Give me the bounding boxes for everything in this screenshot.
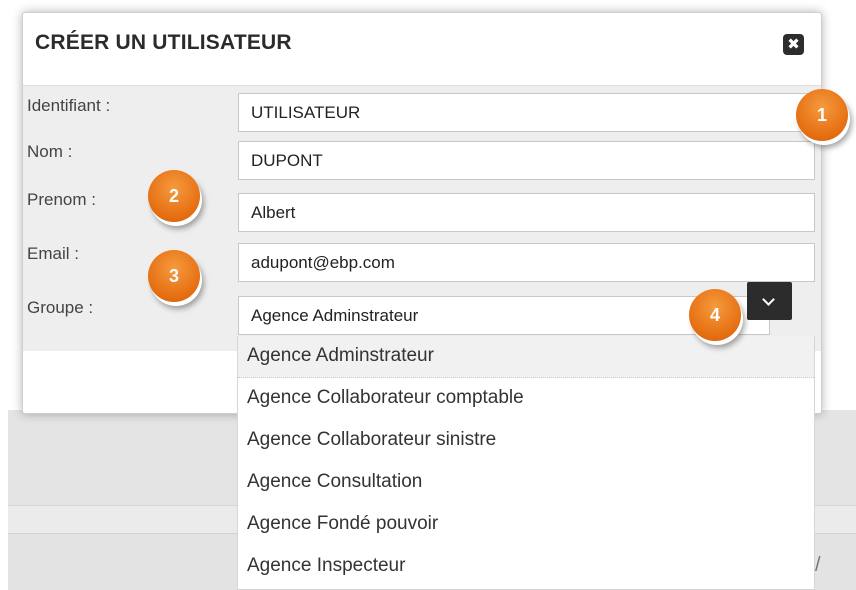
email-input[interactable]: adupont@ebp.com	[238, 243, 815, 282]
close-button[interactable]: ✖	[783, 34, 804, 55]
groupe-dropdown-list: Agence Adminstrateur Agence Collaborateu…	[237, 336, 815, 590]
step-marker-1: 1	[796, 89, 848, 141]
dropdown-option[interactable]: Agence Inspecteur	[238, 546, 814, 588]
step-marker-2: 2	[148, 170, 200, 222]
dropdown-option[interactable]: Agence Fondé pouvoir	[238, 504, 814, 546]
email-label: Email :	[27, 244, 79, 263]
step-marker-4: 4	[689, 289, 741, 341]
close-icon: ✖	[787, 36, 800, 53]
prenom-label: Prenom :	[27, 190, 96, 209]
identifiant-input[interactable]: UTILISATEUR	[238, 93, 815, 132]
dialog-title: CRÉER UN UTILISATEUR	[35, 31, 292, 54]
nom-label: Nom :	[27, 142, 73, 161]
dropdown-option[interactable]: Agence Adminstrateur	[238, 336, 814, 378]
groupe-label: Groupe :	[27, 298, 94, 317]
prenom-input[interactable]: Albert	[238, 193, 815, 232]
chevron-down-icon	[762, 293, 775, 306]
dropdown-option[interactable]: Agence Consultation	[238, 462, 814, 504]
dropdown-option[interactable]: Agence Collaborateur sinistre	[238, 420, 814, 462]
nom-input[interactable]: DUPONT	[238, 141, 815, 180]
identifiant-label: Identifiant :	[27, 96, 111, 115]
groupe-dropdown-toggle[interactable]	[747, 282, 792, 320]
background-partial-text: /	[815, 554, 821, 576]
dropdown-option[interactable]: Agence Collaborateur comptable	[238, 378, 814, 420]
step-marker-3: 3	[148, 250, 200, 302]
